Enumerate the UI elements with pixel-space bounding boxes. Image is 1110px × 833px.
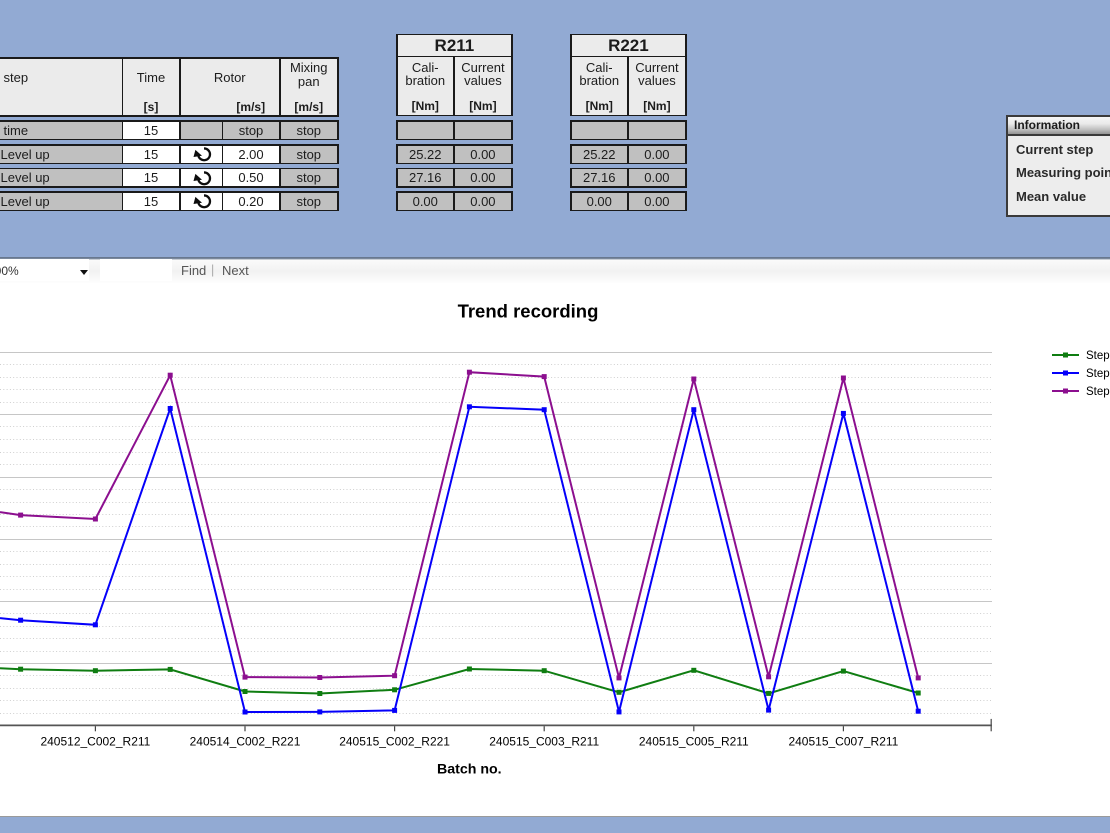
svg-text:240514_C002_R221: 240514_C002_R221 [190,735,301,749]
svg-text:Trend recording: Trend recording [458,301,599,322]
svg-text:Step 2: Step 2 [1086,368,1110,380]
svg-text:Batch no.: Batch no. [437,761,502,777]
svg-text:240515_C005_R211: 240515_C005_R211 [639,735,749,749]
svg-text:Step 3: Step 3 [1086,386,1110,398]
svg-text:240515_C007_R211: 240515_C007_R211 [788,735,898,749]
svg-text:240512_C002_R211: 240512_C002_R211 [40,735,150,749]
svg-text:240515_C003_R211: 240515_C003_R211 [489,735,599,749]
svg-text:Step 1: Step 1 [1086,350,1110,362]
svg-text:240515_C002_R221: 240515_C002_R221 [339,735,450,749]
